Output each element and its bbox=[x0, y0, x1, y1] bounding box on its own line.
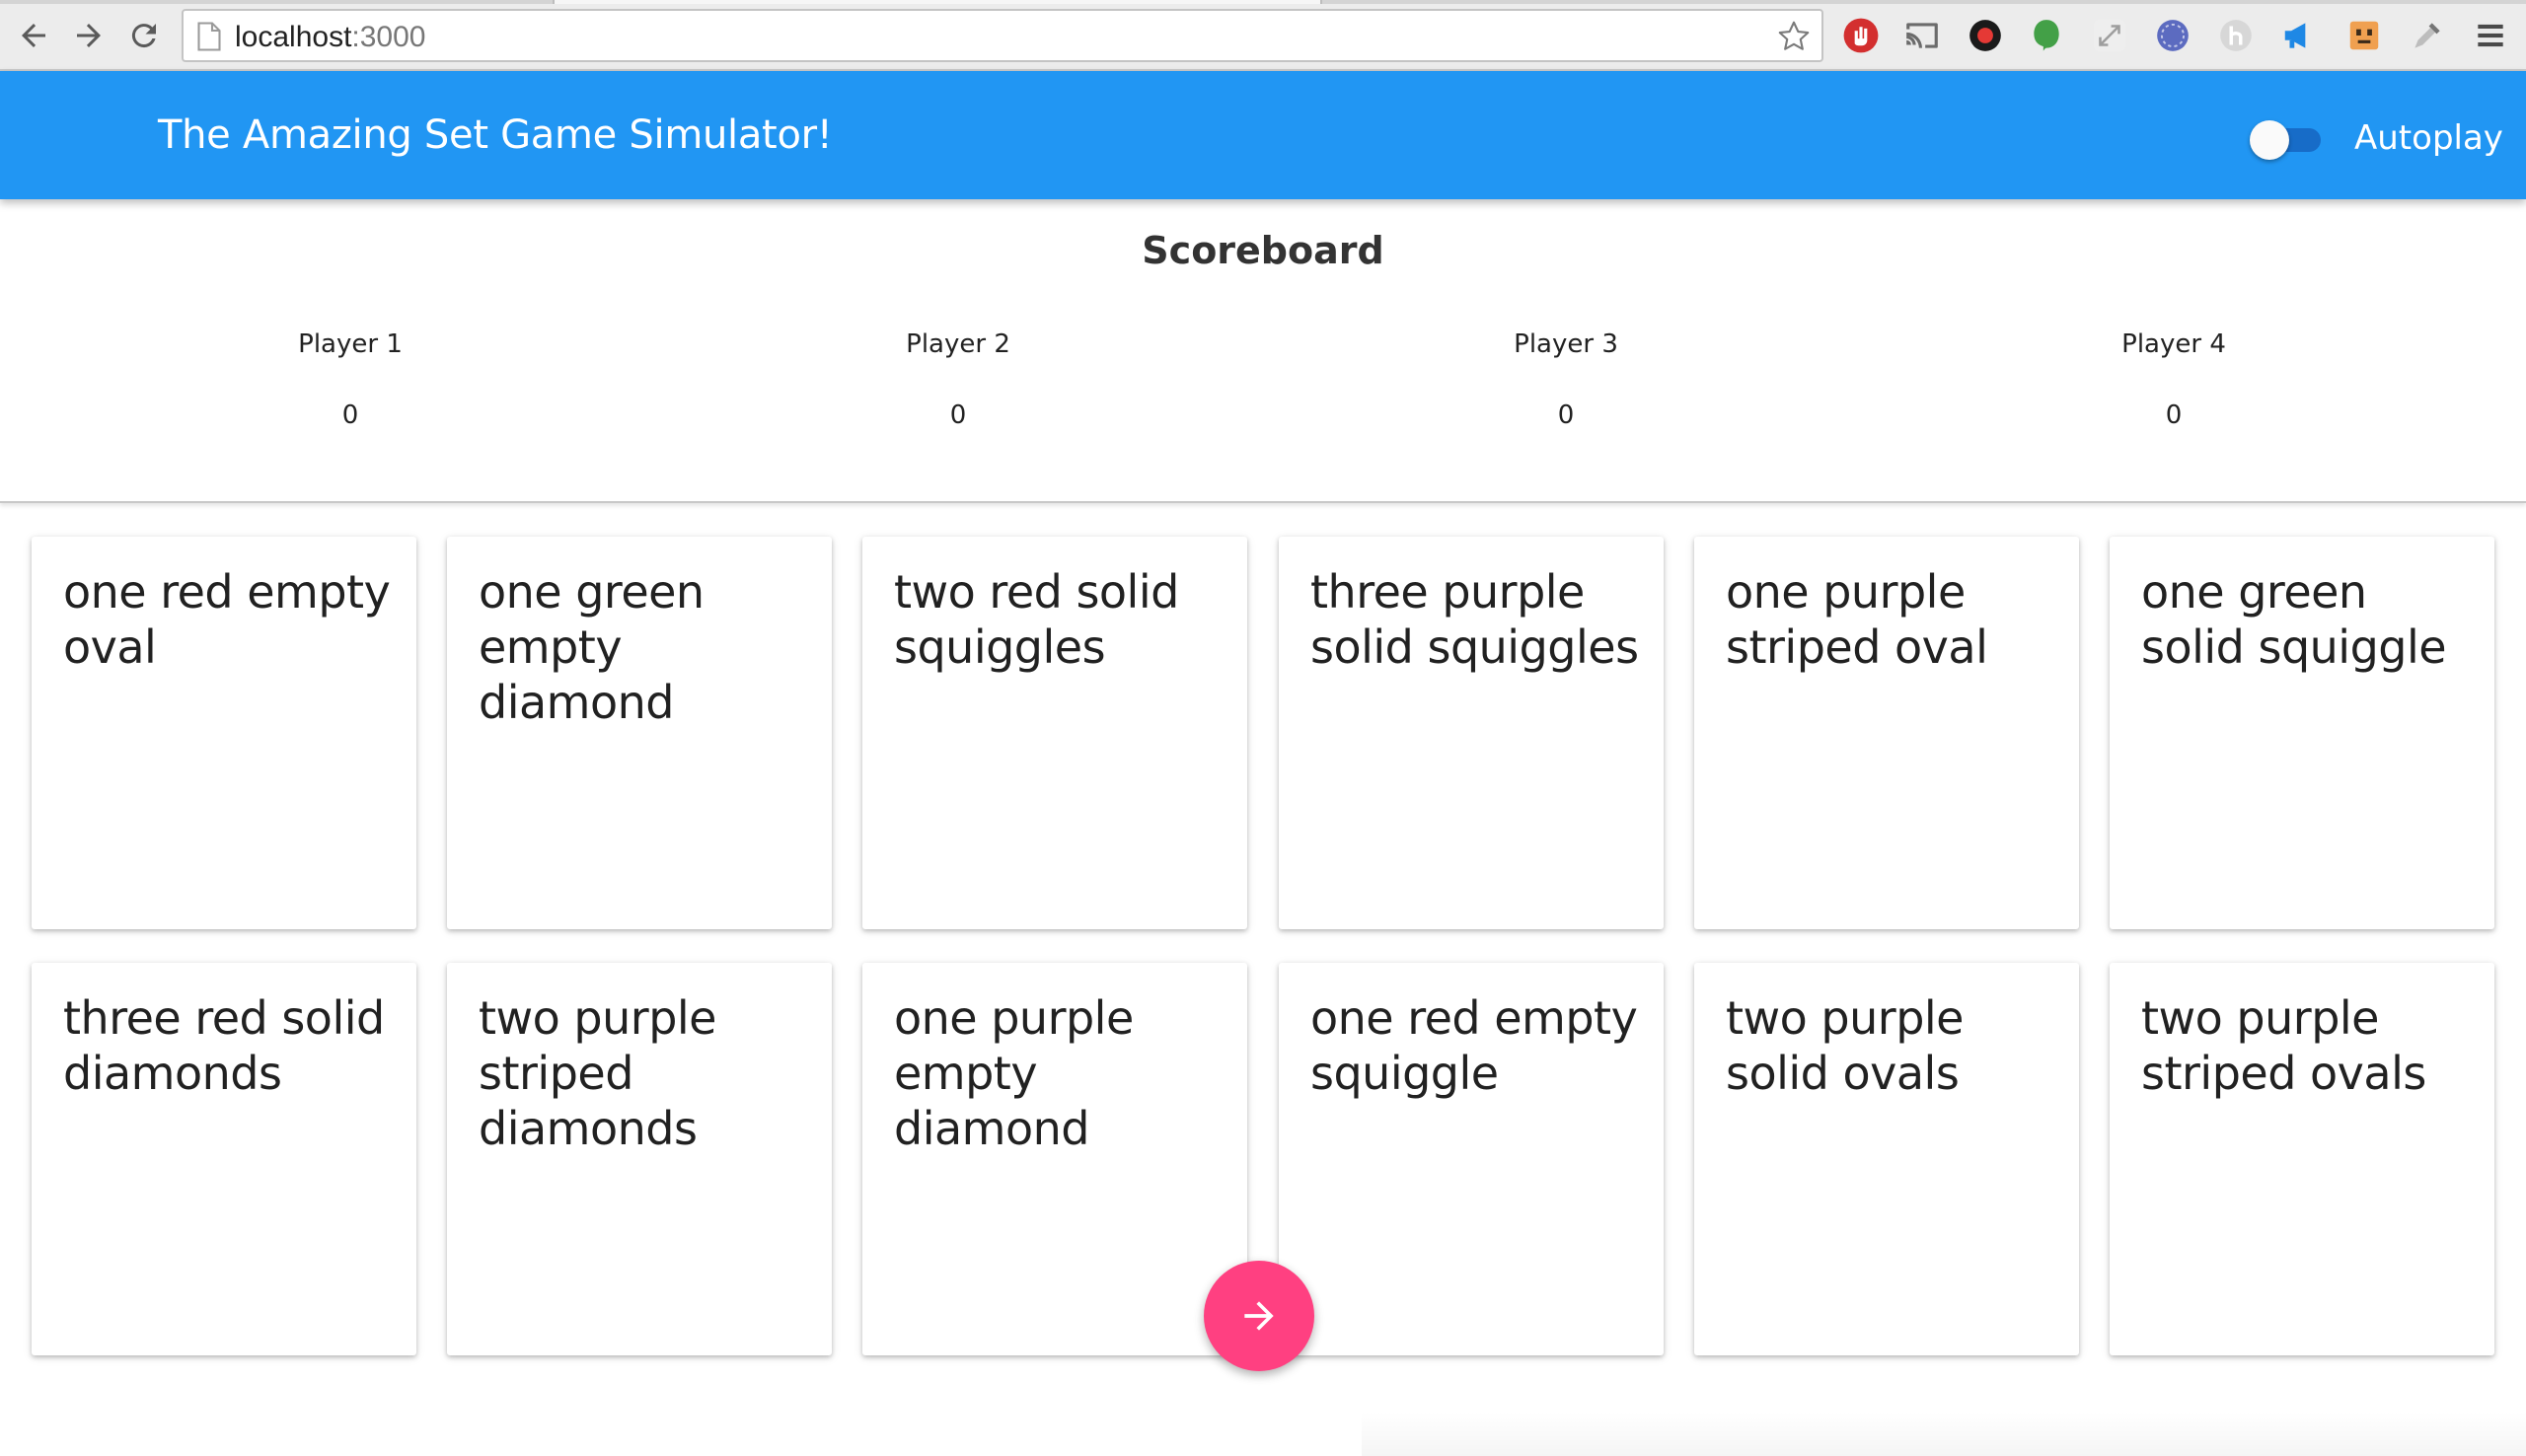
reload-icon bbox=[131, 24, 156, 48]
card-label: one green empty diamond bbox=[479, 565, 705, 729]
player-score: 0 bbox=[949, 400, 967, 430]
cast-icon[interactable] bbox=[1902, 16, 1942, 55]
set-card[interactable]: two purple striped ovals bbox=[2110, 963, 2494, 1355]
set-card[interactable]: one purple striped oval bbox=[1694, 537, 2079, 929]
url-port: :3000 bbox=[351, 21, 426, 53]
menu-icon[interactable] bbox=[2471, 16, 2510, 55]
player-name: Player 1 bbox=[298, 329, 403, 359]
player-2: Player 2 0 bbox=[780, 328, 1136, 432]
resize-icon[interactable] bbox=[2090, 16, 2129, 55]
arrow-right-icon bbox=[77, 24, 101, 47]
autoplay-label: Autoplay bbox=[2354, 118, 2503, 158]
ws-icon[interactable] bbox=[2153, 16, 2192, 55]
card-label: three red solid diamonds bbox=[63, 991, 385, 1100]
set-card[interactable]: one green empty diamond bbox=[447, 537, 832, 929]
set-card[interactable]: one red empty oval bbox=[32, 537, 416, 929]
robot-icon[interactable] bbox=[2344, 16, 2384, 55]
page-icon bbox=[197, 22, 221, 51]
eyedropper-icon[interactable] bbox=[2408, 16, 2447, 55]
card-label: one red empty squiggle bbox=[1310, 991, 1638, 1100]
player-score: 0 bbox=[2165, 400, 2183, 430]
h-icon[interactable] bbox=[2216, 16, 2256, 55]
card-label: one green solid squiggle bbox=[2141, 565, 2447, 674]
url-text: localhost:3000 bbox=[235, 21, 425, 54]
forward-button[interactable] bbox=[67, 14, 111, 57]
address-bar[interactable]: localhost:3000 bbox=[182, 9, 1823, 62]
stop-hand-icon[interactable] bbox=[1841, 16, 1881, 55]
card-label: two purple striped diamonds bbox=[479, 991, 716, 1155]
scoreboard: Scoreboard Player 1 0 Player 2 0 Player … bbox=[0, 199, 2526, 503]
player-4: Player 4 0 bbox=[1996, 328, 2351, 432]
set-card[interactable]: two purple solid ovals bbox=[1694, 963, 2079, 1355]
card-label: two red solid squiggles bbox=[894, 565, 1179, 674]
app-title: The Amazing Set Game Simulator! bbox=[158, 112, 833, 158]
autoplay-toggle[interactable] bbox=[2250, 118, 2325, 160]
arrow-right-icon bbox=[1244, 1301, 1274, 1331]
set-card[interactable]: one green solid squiggle bbox=[2110, 537, 2494, 929]
scoreboard-title: Scoreboard bbox=[1142, 229, 1384, 272]
next-turn-button[interactable] bbox=[1204, 1261, 1314, 1371]
arrow-left-icon bbox=[22, 24, 45, 47]
set-card[interactable]: one purple empty diamond bbox=[862, 963, 1247, 1355]
player-name: Player 3 bbox=[1514, 329, 1618, 359]
url-host: localhost bbox=[235, 21, 352, 53]
set-card[interactable]: two purple striped diamonds bbox=[447, 963, 832, 1355]
set-card[interactable]: three purple solid squiggles bbox=[1279, 537, 1664, 929]
app-bar: The Amazing Set Game Simulator! Autoplay bbox=[0, 71, 2526, 199]
card-label: one red empty oval bbox=[63, 565, 391, 674]
player-name: Player 4 bbox=[2121, 329, 2226, 359]
player-1: Player 1 0 bbox=[173, 328, 528, 432]
tab-strip bbox=[0, 0, 2526, 4]
card-label: three purple solid squiggles bbox=[1310, 565, 1639, 674]
bookmark-star-icon[interactable] bbox=[1776, 19, 1812, 54]
set-card[interactable]: three red solid diamonds bbox=[32, 963, 416, 1355]
player-score: 0 bbox=[1557, 400, 1575, 430]
card-label: one purple striped oval bbox=[1726, 565, 1988, 674]
card-label: two purple striped ovals bbox=[2141, 991, 2426, 1100]
record-icon[interactable] bbox=[1966, 16, 2005, 55]
active-tab[interactable] bbox=[553, 0, 1322, 4]
player-score: 0 bbox=[341, 400, 359, 430]
back-button[interactable] bbox=[12, 14, 55, 57]
player-3: Player 3 0 bbox=[1388, 328, 1744, 432]
card-label: two purple solid ovals bbox=[1726, 991, 1964, 1100]
evernote-icon[interactable] bbox=[2027, 16, 2066, 55]
browser-toolbar: localhost:3000 bbox=[0, 0, 2526, 71]
card-label: one purple empty diamond bbox=[894, 991, 1134, 1155]
megaphone-icon[interactable] bbox=[2279, 16, 2319, 55]
bottom-shadow bbox=[1362, 1411, 2526, 1456]
toggle-thumb bbox=[2250, 120, 2289, 160]
player-name: Player 2 bbox=[906, 329, 1010, 359]
reload-button[interactable] bbox=[122, 14, 166, 57]
set-card[interactable]: two red solid squiggles bbox=[862, 537, 1247, 929]
set-card[interactable]: one red empty squiggle bbox=[1279, 963, 1664, 1355]
